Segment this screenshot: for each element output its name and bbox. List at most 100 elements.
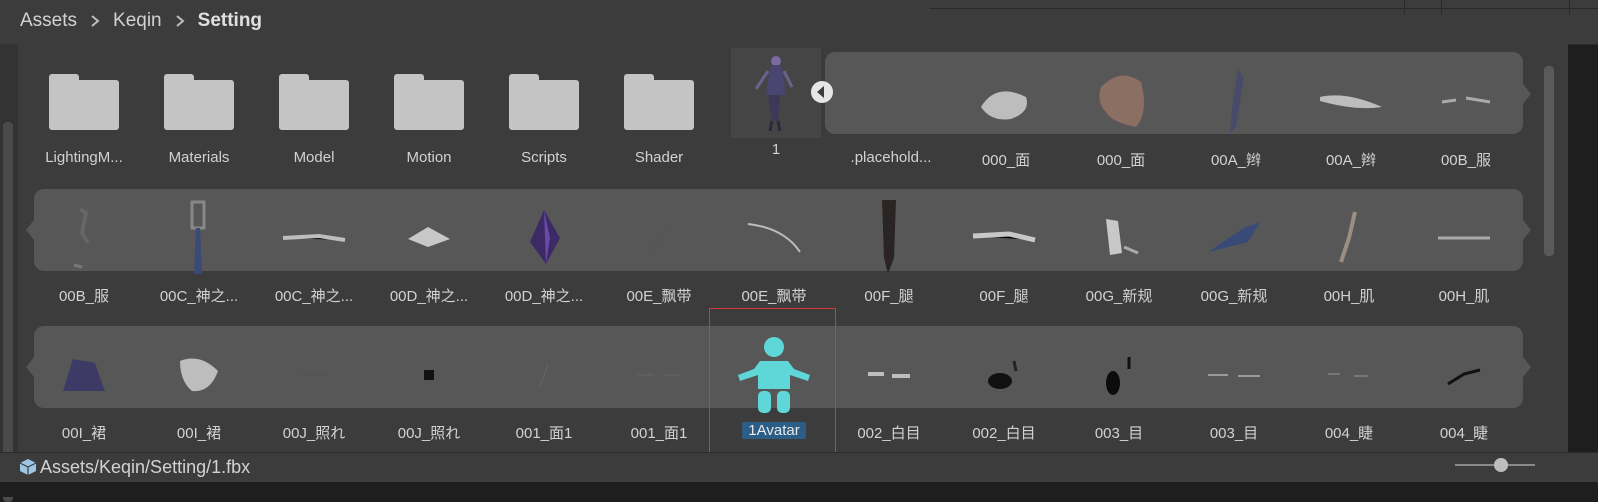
thumbnail-size-slider-handle[interactable] [1494, 458, 1508, 472]
folder-lightingm[interactable]: LightingM... [26, 52, 142, 177]
sub-asset-mesh[interactable]: 001_面1 [601, 325, 717, 450]
asset-label: 00J_照れ [397, 425, 461, 442]
folder-tree-scrollbar-thumb[interactable] [3, 122, 13, 502]
sub-asset-mesh[interactable]: 00A_辫 [1178, 52, 1294, 177]
asset-label: 001_面1 [515, 425, 573, 442]
sub-asset-mesh[interactable]: 004_睫 [1291, 325, 1407, 450]
mesh-thumbnail [1328, 373, 1368, 377]
folder-motion[interactable]: Motion [371, 52, 487, 177]
asset-label: 00G_新规 [1200, 288, 1268, 305]
folder-tree-scrollbar[interactable] [0, 44, 18, 502]
sub-asset-material[interactable]: 000_面 [1063, 52, 1179, 177]
breadcrumb-setting[interactable]: Setting [198, 10, 262, 32]
selection-highlight-box [709, 308, 836, 464]
sub-asset-mesh[interactable]: 001_面1 [486, 325, 602, 450]
mesh-thumbnail [1208, 374, 1260, 377]
model-asset-1[interactable]: 1 [718, 44, 834, 169]
sub-asset-mesh[interactable]: 00H_肌 [1291, 188, 1407, 313]
asset-label: 00H_肌 [1438, 288, 1490, 305]
folder-icon [49, 74, 119, 130]
asset-label: 00I_裙 [61, 425, 107, 442]
material-thumbnail [530, 210, 560, 264]
asset-label: Motion [406, 149, 452, 166]
folder-scripts[interactable]: Scripts [486, 52, 602, 177]
asset-label: .placehold... [850, 149, 932, 166]
toolbar-divider [1404, 0, 1405, 14]
asset-label: Scripts [521, 149, 567, 166]
asset-label: 003_目 [1209, 425, 1259, 442]
sub-asset-material[interactable]: 00F_腿 [831, 188, 947, 313]
sub-asset-mesh[interactable]: 00J_照れ [256, 325, 372, 450]
mesh-thumbnail [1230, 69, 1244, 133]
mesh-thumbnail [298, 374, 330, 376]
sub-asset-mesh[interactable]: 003_目 [1176, 325, 1292, 450]
folder-icon [624, 74, 694, 130]
sub-asset-mesh[interactable]: 00E_飘带 [601, 188, 717, 313]
breadcrumb-keqin[interactable]: Keqin [113, 10, 162, 32]
sub-asset-mesh[interactable]: 00B_服 [26, 188, 142, 313]
asset-grid-scrollbar[interactable] [1541, 44, 1558, 464]
sub-asset-mesh[interactable]: 00A_辫 [1293, 52, 1409, 177]
sub-asset-material[interactable]: 003_目 [1061, 325, 1177, 450]
mesh-thumbnail [282, 233, 346, 242]
breadcrumb-assets[interactable]: Assets [20, 10, 77, 32]
asset-label: Materials [168, 149, 230, 166]
folder-shader[interactable]: Shader [601, 52, 717, 177]
sub-asset-material[interactable]: 00D_神之... [486, 188, 602, 313]
material-thumbnail [882, 200, 896, 274]
material-thumbnail [63, 359, 105, 391]
collapse-left-icon[interactable] [810, 80, 834, 104]
asset-label: LightingM... [45, 149, 123, 166]
asset-grid-scrollbar-thumb[interactable] [1544, 66, 1554, 256]
asset-label: 002_白目 [857, 425, 921, 442]
sub-asset-mesh[interactable]: 00D_神之... [371, 188, 487, 313]
mesh-thumbnail [408, 227, 450, 247]
sub-asset-mesh[interactable]: 000_面 [948, 52, 1064, 177]
search-field-edge[interactable] [930, 0, 1598, 9]
folder-model[interactable]: Model [256, 52, 372, 177]
sub-asset-mesh[interactable]: 00C_神之... [256, 188, 372, 313]
asset-label: 1 [771, 141, 781, 158]
mesh-thumbnail [1438, 236, 1490, 240]
sub-asset-material[interactable]: 00I_裙 [26, 325, 142, 450]
material-thumbnail [988, 360, 1018, 389]
sub-asset-mesh[interactable]: 00H_肌 [1406, 188, 1522, 313]
sub-asset-mesh[interactable]: 00I_裙 [141, 325, 257, 450]
folder-materials[interactable]: Materials [141, 52, 257, 177]
asset-label: 004_睫 [1324, 425, 1374, 442]
sub-asset-material[interactable]: 004_睫 [1406, 325, 1522, 450]
mesh-thumbnail [981, 91, 1027, 120]
material-thumbnail [424, 370, 434, 380]
asset-label: 00E_飘带 [626, 288, 692, 305]
folder-icon [509, 74, 579, 130]
material-thumbnail [1099, 75, 1145, 127]
sub-asset-mesh[interactable]: 00G_新规 [1176, 188, 1292, 313]
sub-asset-mesh[interactable]: 00F_腿 [946, 188, 1062, 313]
mesh-thumbnail [180, 358, 218, 392]
asset-label: 004_睫 [1439, 425, 1489, 442]
asset-label: 00H_肌 [1323, 288, 1375, 305]
mesh-thumbnail [1339, 211, 1357, 263]
sub-asset-material[interactable]: 002_白目 [946, 325, 1062, 450]
folder-icon [279, 74, 349, 130]
sub-asset-material[interactable]: 00J_照れ [371, 325, 487, 450]
asset-label: 00F_腿 [979, 288, 1029, 305]
mesh-thumbnail [868, 372, 910, 378]
project-toolbar: Assets Keqin Setting [0, 0, 1598, 45]
folder-icon [164, 74, 234, 130]
asset-label: 003_目 [1094, 425, 1144, 442]
mesh-thumbnail [1208, 222, 1260, 252]
asset-label: 00D_神之... [389, 288, 469, 305]
sub-asset-mesh[interactable]: 00B_服 [1408, 52, 1524, 177]
sub-asset-mesh[interactable]: 00E_飘带 [716, 188, 832, 313]
sub-asset-mesh[interactable]: 00C_神之... [141, 188, 257, 313]
selected-asset-path: Assets/Keqin/Setting/1.fbx [40, 457, 251, 477]
asset-label: Model [293, 149, 335, 166]
sub-asset-placeholder[interactable]: .placehold... [833, 52, 949, 177]
asset-label: 001_面1 [630, 425, 688, 442]
mesh-thumbnail [539, 363, 549, 387]
sub-asset-mesh[interactable]: 00G_新规 [1061, 188, 1177, 313]
strip-expand-arrow [1523, 220, 1531, 240]
status-bar: Assets/Keqin/Setting/1.fbx [0, 452, 1598, 483]
sub-asset-mesh[interactable]: 002_白目 [831, 325, 947, 450]
